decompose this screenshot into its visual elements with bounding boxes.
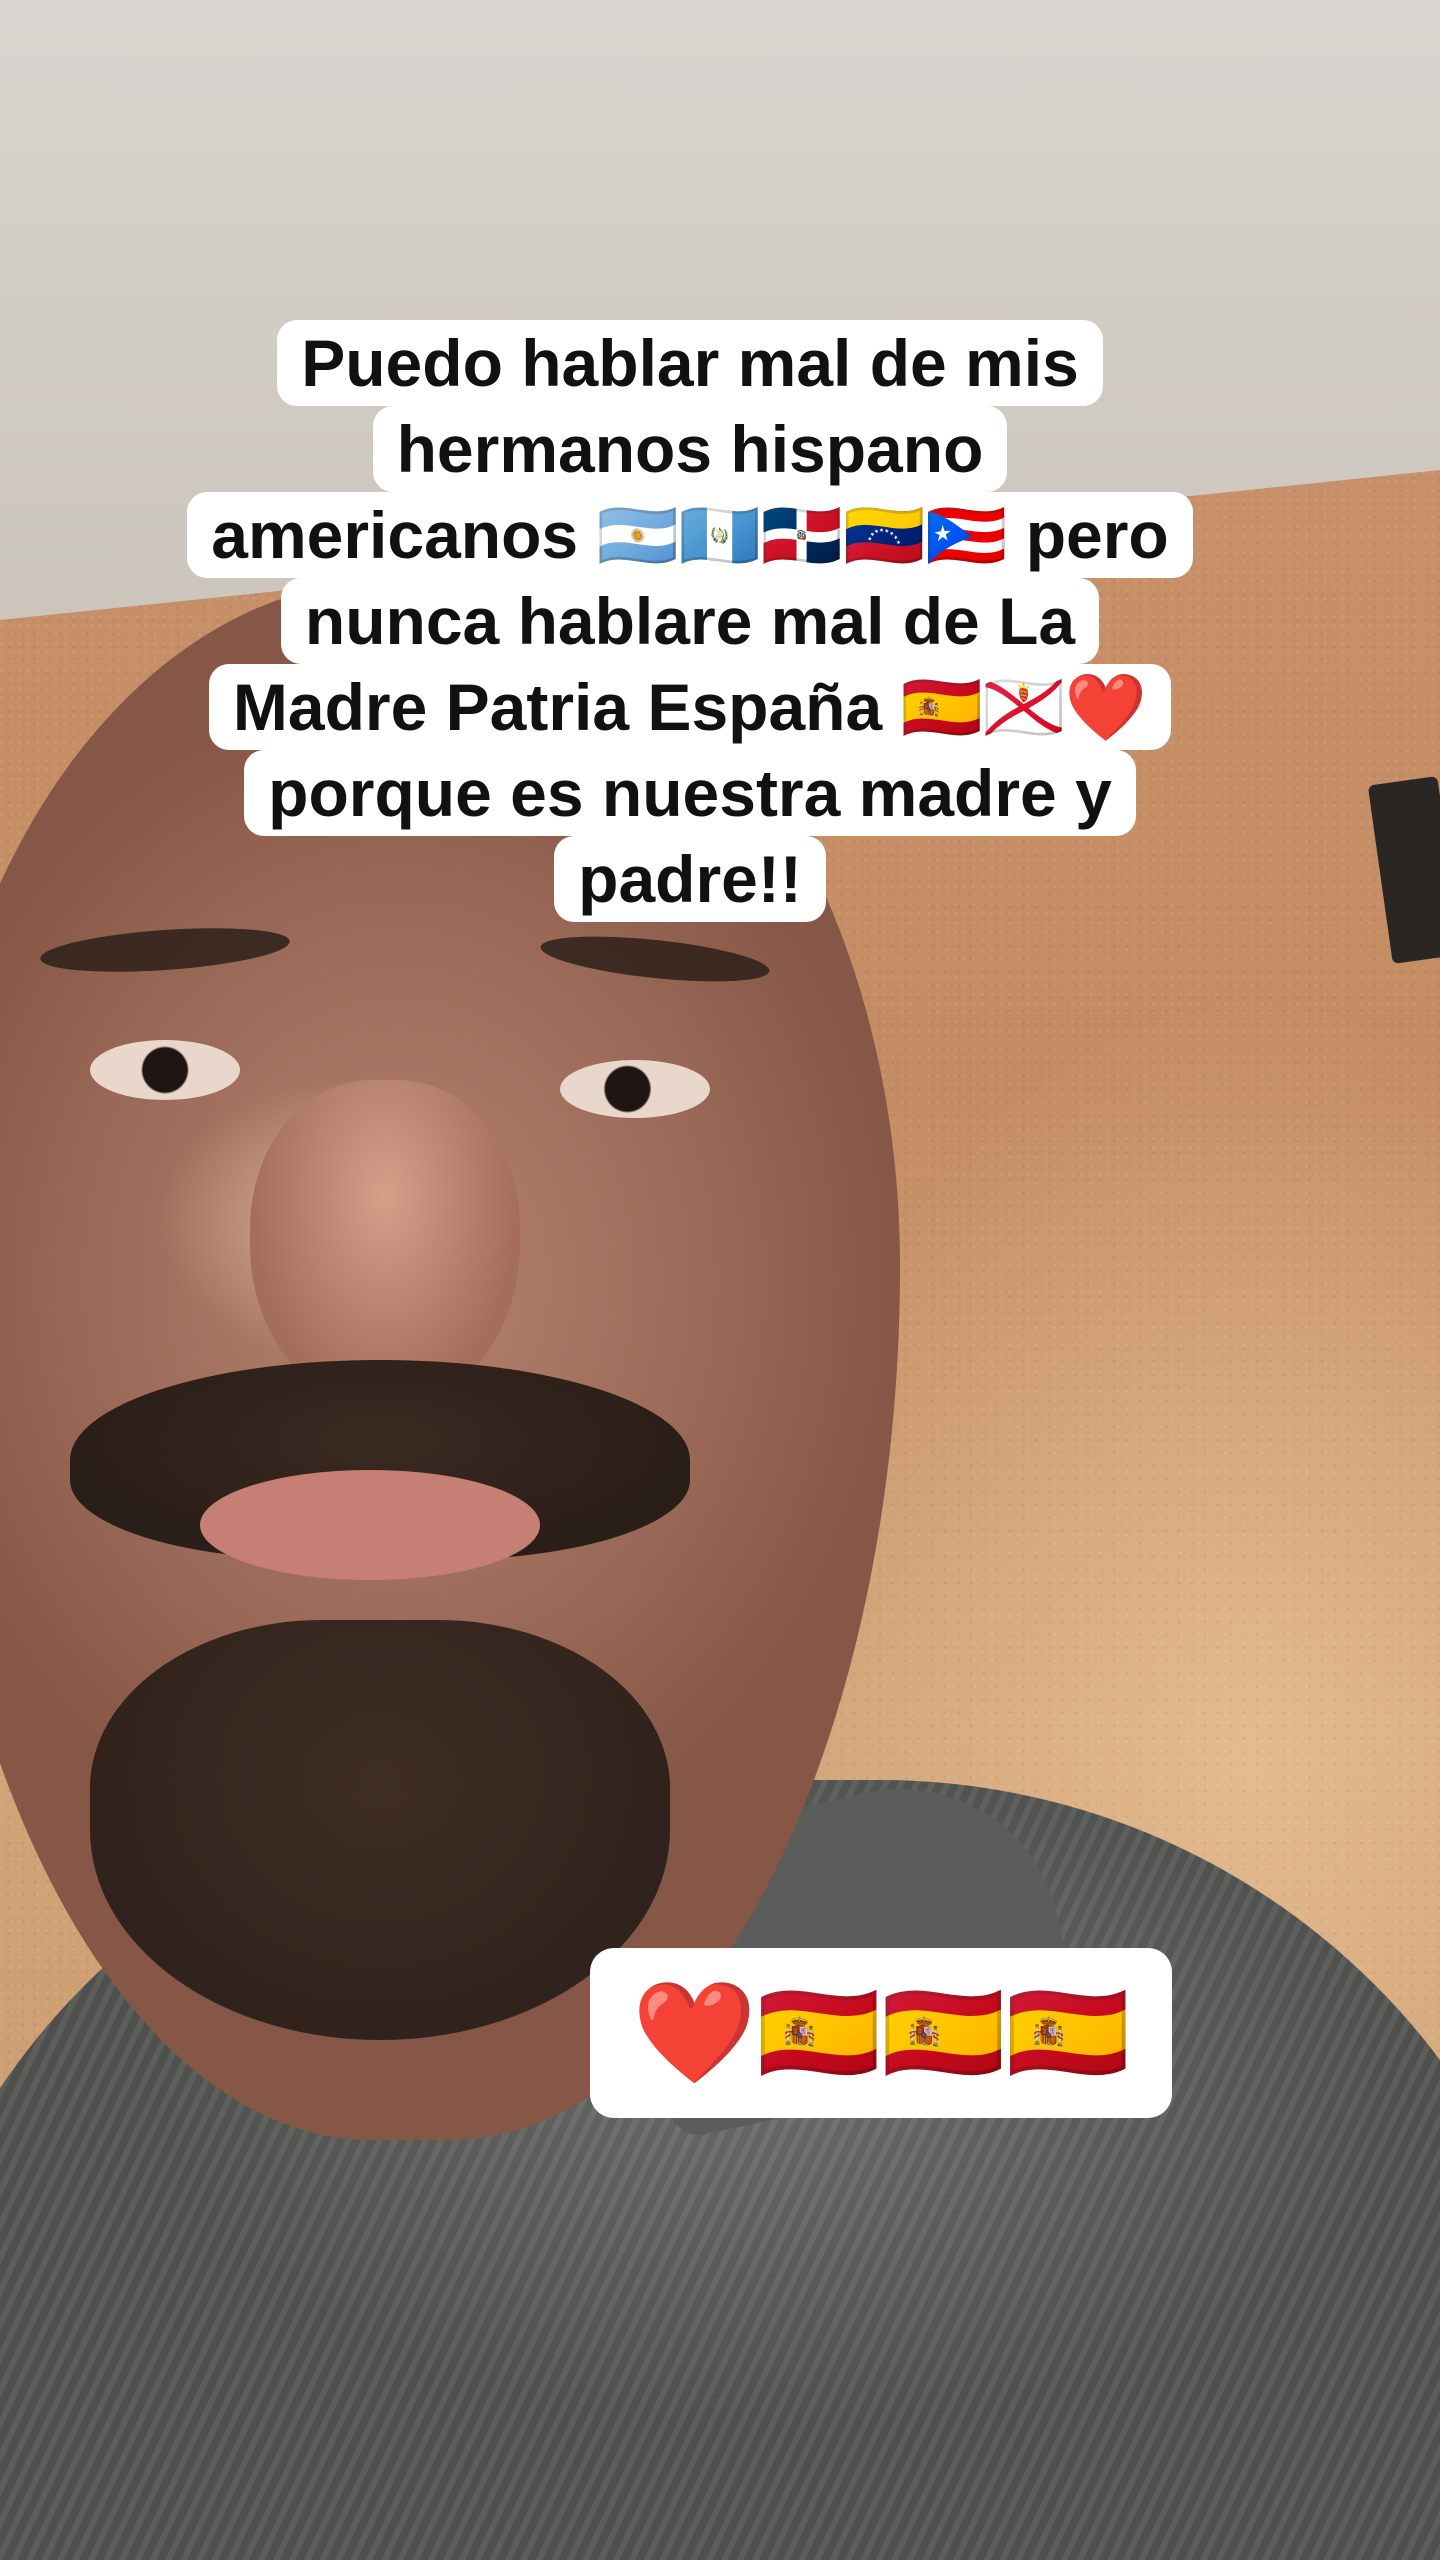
goatee-beard bbox=[90, 1620, 670, 2040]
caption-line-3: americanos 🇦🇷🇬🇹🇩🇴🇻🇪🇵🇷 pero bbox=[187, 492, 1193, 578]
caption-overlay: Puedo hablar mal de mis hermanos hispano… bbox=[150, 320, 1230, 922]
caption-line-7: padre!! bbox=[554, 836, 826, 922]
caption-line-5: Madre Patria España 🇪🇸🇯🇪❤️ bbox=[208, 664, 1172, 750]
left-eye bbox=[90, 1040, 240, 1100]
lips bbox=[200, 1470, 540, 1580]
caption-line-4: nunca hablare mal de La bbox=[280, 578, 1100, 664]
caption-line-2: hermanos hispano bbox=[372, 406, 1008, 492]
video-frame: Puedo hablar mal de mis hermanos hispano… bbox=[0, 0, 1440, 2560]
emoji-sticker: ❤️🇪🇸🇪🇸🇪🇸 bbox=[590, 1948, 1172, 2118]
right-eye bbox=[560, 1060, 710, 1118]
caption-line-1: Puedo hablar mal de mis bbox=[277, 320, 1103, 406]
caption-line-6: porque es nuestra madre y bbox=[244, 750, 1136, 836]
heart-and-spain-flags-emoji: ❤️🇪🇸🇪🇸🇪🇸 bbox=[631, 1974, 1131, 2091]
